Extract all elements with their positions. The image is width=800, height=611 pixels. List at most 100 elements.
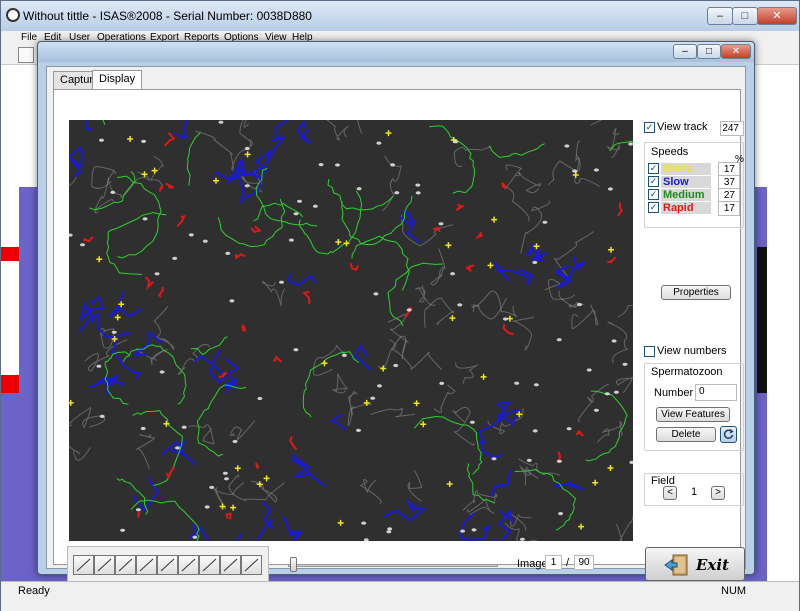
static-marker (533, 243, 540, 250)
view-numbers-checkbox[interactable] (644, 346, 655, 357)
playback-rewind-button[interactable] (178, 555, 199, 575)
speed-medium-checkbox[interactable]: ✓ (648, 189, 659, 200)
sperm-head (356, 428, 361, 432)
medium-track (104, 351, 130, 405)
static-marker (487, 262, 494, 269)
rapid-track (500, 182, 507, 190)
minimize-icon[interactable]: – (707, 7, 733, 25)
speed-slow-label: Slow (661, 176, 711, 188)
sperm-head (613, 390, 619, 394)
field-next-button[interactable]: > (711, 486, 725, 500)
delete-button[interactable]: Delete (656, 427, 716, 442)
sperm-head (335, 163, 340, 167)
static-marker (263, 475, 270, 482)
right-strip-dark (757, 247, 767, 393)
static-marker (69, 399, 74, 406)
static-marker (607, 465, 614, 471)
maximize-icon[interactable]: □ (697, 44, 721, 59)
sperm-tail (606, 127, 621, 158)
rapid-track (225, 512, 232, 520)
sperm-tail (347, 402, 372, 426)
sperm-tail (574, 140, 600, 187)
view-features-button[interactable]: View Features (656, 407, 730, 422)
playback-next-frame-button[interactable] (199, 555, 220, 575)
static-marker (491, 216, 498, 223)
sperm-head (394, 191, 400, 195)
image-current[interactable]: 1 (545, 555, 562, 570)
image-slider-track[interactable] (288, 564, 498, 567)
playback-first-button[interactable] (73, 555, 94, 575)
app-titlebar[interactable]: Without tittle - ISAS®2008 - Serial Numb… (1, 1, 799, 31)
sperm-head (453, 140, 459, 144)
image-slider-thumb[interactable] (290, 557, 297, 572)
sperm-head (390, 163, 396, 167)
slow-track (459, 512, 491, 541)
left-strip-red (1, 247, 19, 261)
sperm-tail (452, 406, 475, 446)
slow-track (79, 295, 105, 324)
slow-track (492, 261, 534, 288)
refresh-icon[interactable] (720, 426, 737, 443)
sperm-head (457, 303, 463, 307)
playback-play-button[interactable] (94, 555, 115, 575)
sperm-head (586, 368, 592, 372)
sperm-head (607, 187, 613, 191)
number-field[interactable]: 0 (695, 384, 737, 401)
sperm-head (556, 338, 562, 342)
speed-static-checkbox[interactable]: ✓ (648, 163, 659, 174)
medium-track (298, 190, 363, 255)
slow-track (329, 413, 346, 432)
sperm-head (604, 392, 610, 396)
static-marker (337, 519, 344, 526)
slow-track (353, 343, 372, 371)
sperm-head (318, 163, 324, 167)
playback-stop-button[interactable] (115, 555, 136, 575)
playback-last-button[interactable] (241, 555, 262, 575)
sperm-head (188, 233, 194, 237)
field-value: 1 (691, 486, 698, 498)
sperm-head (566, 427, 572, 431)
sperm-head (135, 508, 141, 512)
static-marker (244, 151, 251, 158)
sperm-head (224, 477, 229, 481)
maximize-icon[interactable]: □ (732, 7, 758, 25)
static-marker (114, 314, 121, 321)
minimize-icon[interactable]: – (673, 44, 697, 59)
view-numbers-label: View numbers (657, 345, 727, 357)
tab-display[interactable]: Display (92, 70, 143, 89)
slow-track (215, 157, 258, 184)
speed-slow-checkbox[interactable]: ✓ (648, 176, 659, 187)
menu-file[interactable]: File (21, 32, 37, 43)
display-window-titlebar[interactable]: – □ ✕ (38, 42, 754, 62)
toolbar-button[interactable] (18, 47, 34, 63)
static-marker (608, 246, 614, 253)
playback-forward-button[interactable] (220, 555, 241, 575)
view-track-checkbox[interactable]: ✓ (644, 122, 655, 133)
sperm-head (69, 233, 73, 237)
speed-static-label: Static (661, 163, 711, 175)
playback-pause-button[interactable] (136, 555, 157, 575)
field-prev-button[interactable]: < (663, 486, 677, 500)
rapid-track (465, 264, 475, 273)
playback-prev-frame-button[interactable] (157, 555, 178, 575)
rapid-track (157, 286, 164, 298)
slow-track (254, 120, 290, 172)
exit-button[interactable]: Exit (645, 547, 745, 581)
sperm-head (181, 425, 187, 429)
track-image[interactable] (69, 120, 633, 541)
speed-rapid-checkbox[interactable]: ✓ (648, 202, 659, 213)
sperm-head (558, 512, 564, 516)
sperm-tail (430, 248, 446, 286)
sperm-head (593, 168, 599, 172)
sperm-head (172, 256, 178, 260)
properties-button[interactable]: Properties (661, 285, 731, 300)
rapid-track (163, 132, 176, 147)
display-window: – □ ✕ Capture Display ✓ View track 247 S… (37, 41, 755, 582)
sperm-head (460, 529, 466, 533)
close-icon[interactable]: ✕ (721, 44, 751, 59)
static-marker (127, 136, 134, 142)
close-icon[interactable]: ✕ (757, 7, 797, 25)
slow-track (173, 120, 188, 141)
sperm-head (232, 439, 238, 444)
sperm-tail (262, 280, 286, 307)
